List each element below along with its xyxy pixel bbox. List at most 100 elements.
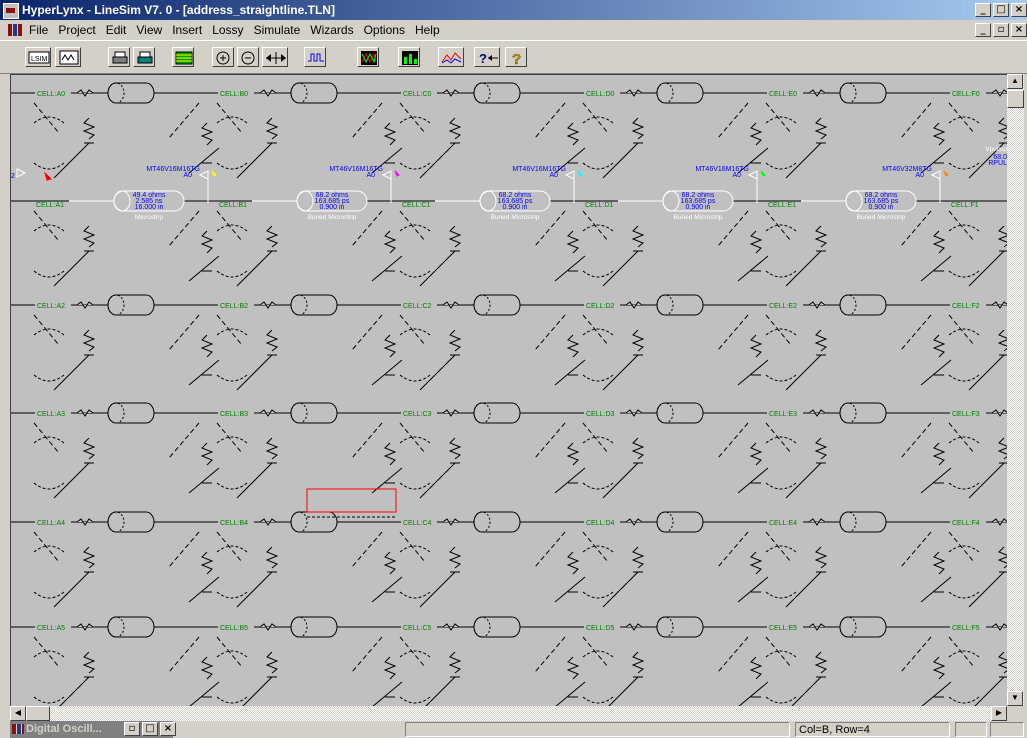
menu-view[interactable]: View (131, 23, 167, 37)
capacitor-symbol (399, 591, 431, 599)
branch-wire (534, 210, 566, 247)
horizontal-scrollbar[interactable]: ◀ ▶ (10, 706, 1007, 721)
status-bar: Digital Oscill... ▫ □ × Col=B, Row=4 (0, 721, 1027, 738)
resistor-symbol (76, 301, 94, 309)
schematic-drawing[interactable]: CELL:A0 CELL:B0 CELL:C0 CELL:D0 CELL:E0 CELL:… (11, 75, 1007, 707)
document-icon[interactable] (8, 24, 22, 36)
menu-insert[interactable]: Insert (167, 23, 207, 37)
capacitor-symbol (765, 696, 797, 704)
vertical-scrollbar[interactable]: ▲ ▼ (1007, 74, 1024, 706)
resistor-symbol (625, 409, 643, 417)
vertical-scroll-thumb[interactable] (1007, 90, 1024, 108)
close-button[interactable]: × (1011, 3, 1027, 17)
mdi-minimize-button[interactable]: _ (975, 23, 991, 37)
menu-project[interactable]: Project (53, 23, 100, 37)
menu-help[interactable]: Help (410, 23, 445, 37)
bar-chart-button[interactable] (398, 47, 420, 67)
cell-label: CELL:B5 (220, 625, 248, 632)
branch-wire (419, 142, 456, 179)
cell-label: CELL:E2 (769, 303, 797, 310)
horizontal-scroll-thumb[interactable] (26, 706, 50, 721)
crosstalk-icon (441, 52, 462, 64)
mdi-close-button[interactable]: × (1011, 23, 1027, 37)
menu-wizards[interactable]: Wizards (305, 23, 358, 37)
receiver-buffer-symbol (198, 170, 209, 180)
branch-wire (737, 359, 769, 386)
capacitor-symbol (33, 162, 65, 170)
pulldown-resistor-symbol (265, 651, 279, 674)
minimized-restore-button[interactable]: ▫ (124, 722, 140, 736)
menu-file[interactable]: File (24, 23, 53, 37)
menu-edit[interactable]: Edit (101, 23, 132, 37)
eye-diagram-button[interactable] (357, 47, 379, 67)
capacitor-symbol (216, 545, 248, 553)
scroll-left-button[interactable]: ◀ (10, 706, 26, 721)
waveform-file-button[interactable] (55, 47, 81, 67)
resistor-symbol (991, 518, 1007, 526)
capacitor-symbol (948, 270, 980, 278)
minimize-button[interactable]: _ (975, 3, 991, 17)
menu-options[interactable]: Options (359, 23, 410, 37)
pulldown-resistor-symbol (265, 117, 279, 140)
resistor-symbol (991, 409, 1007, 417)
ic-part-label: MT46V32M8TG (882, 166, 932, 173)
resistor-symbol (991, 301, 1007, 309)
capacitor-symbol (582, 270, 614, 278)
hyperlynx-app-icon[interactable] (3, 3, 19, 19)
zoom-out-button[interactable] (237, 47, 259, 67)
zoom-fit-button[interactable] (262, 47, 288, 67)
transmission-line-symbol (839, 616, 887, 638)
minimized-maximize-button[interactable]: □ (142, 722, 158, 736)
minimized-close-button[interactable]: × (160, 722, 176, 736)
scroll-up-button[interactable]: ▲ (1007, 74, 1023, 89)
pulldown-resistor-symbol (82, 225, 96, 248)
pulldown-resistor-symbol (814, 437, 828, 460)
lsim-button[interactable]: LSIM (25, 47, 51, 67)
zoom-in-button[interactable] (212, 47, 234, 67)
scroll-down-button[interactable]: ▼ (1007, 691, 1023, 706)
capacitor-symbol (582, 436, 614, 444)
resistor-symbol (76, 518, 94, 526)
cell-label: CELL:A3 (37, 411, 65, 418)
print-preview-icon (137, 51, 153, 64)
mdi-restore-button[interactable]: ▫ (993, 23, 1009, 37)
minimized-child-window[interactable]: Digital Oscill... ▫ □ × (10, 721, 176, 738)
ic-pin-label: A0 (549, 172, 558, 179)
menu-lossy[interactable]: Lossy (207, 23, 248, 37)
capacitor-symbol (765, 482, 797, 490)
branch-wire (554, 255, 586, 282)
whats-this-button[interactable]: ? (474, 47, 500, 67)
branch-wire (351, 531, 383, 568)
resistor-symbol (442, 518, 460, 526)
probe-arrow-icon (43, 171, 52, 181)
capacitor-symbol (948, 374, 980, 382)
pulldown-resistor-symbol (749, 551, 763, 575)
capacitor-symbol (33, 650, 65, 658)
transmission-line-symbol (839, 402, 887, 424)
capacitor-symbol (765, 224, 797, 232)
stackup-editor-button[interactable] (172, 47, 194, 67)
oscilloscope-button[interactable] (304, 47, 326, 67)
transmission-line-symbol (290, 402, 338, 424)
menu-simulate[interactable]: Simulate (249, 23, 306, 37)
branch-wire (371, 681, 403, 707)
resistor-symbol (76, 409, 94, 417)
transmission-line-symbol (107, 294, 155, 316)
maximize-button[interactable]: □ (993, 3, 1009, 17)
help-button[interactable]: ? (505, 47, 527, 67)
pulldown-resistor-symbol (749, 442, 763, 466)
resistor-symbol (259, 518, 277, 526)
schematic-canvas[interactable]: CELL:A0 CELL:B0 CELL:C0 CELL:D0 CELL:E0 CELL:… (10, 74, 1007, 707)
cell-label: CELL:A5 (37, 625, 65, 632)
scroll-right-button[interactable]: ▶ (991, 706, 1007, 721)
cell-label: CELL:F1 (951, 202, 979, 209)
print-preview-button[interactable] (133, 47, 155, 67)
capacitor-symbol (399, 545, 431, 553)
print-button[interactable] (108, 47, 130, 67)
pulldown-resistor-symbol (383, 442, 397, 466)
crosstalk-button[interactable] (438, 47, 464, 67)
title-bar[interactable]: HyperLynx - LineSim V7. 0 - [address_str… (0, 0, 1027, 20)
minimized-window-title: Digital Oscill... (26, 723, 102, 735)
capacitor-symbol (399, 696, 431, 704)
pulldown-resistor-symbol (82, 546, 96, 569)
